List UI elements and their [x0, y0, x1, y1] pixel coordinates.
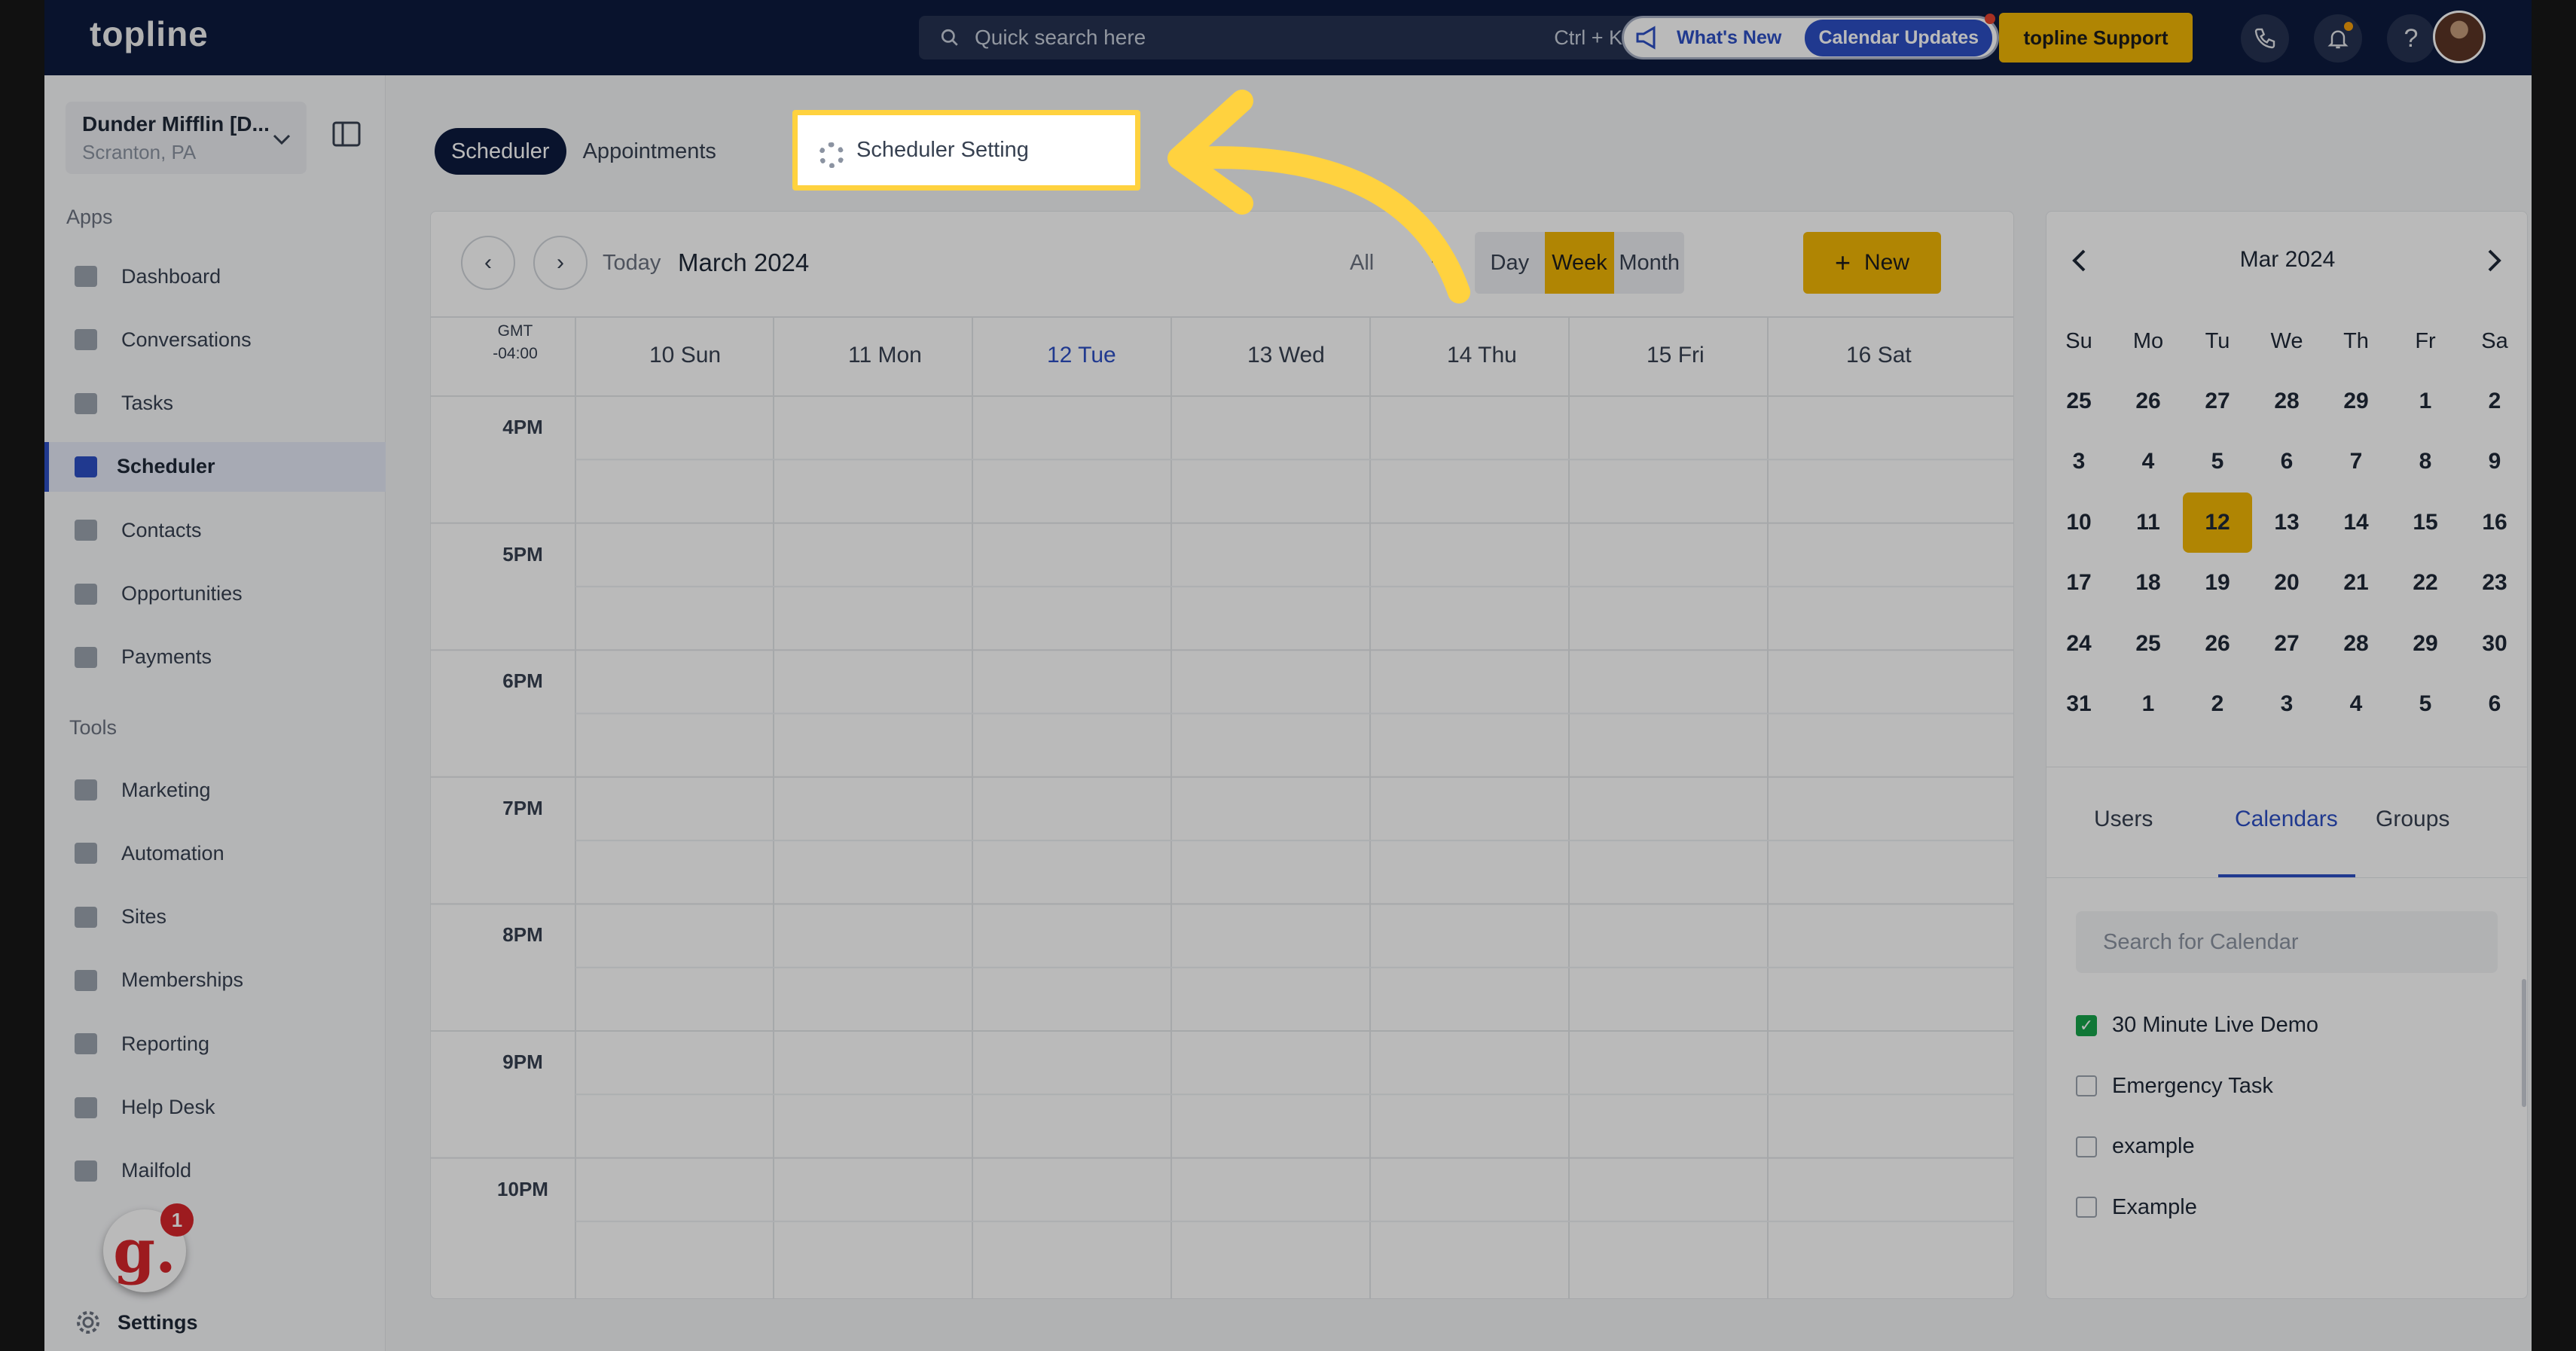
annotation-arrow [1167, 90, 1470, 303]
app-window: topline Quick search here Ctrl + K What'… [44, 0, 2532, 1351]
tab-label: Scheduler Setting [856, 138, 1029, 162]
tab-scheduler-setting[interactable]: Scheduler Setting [792, 110, 1140, 191]
gear-icon [819, 142, 844, 168]
